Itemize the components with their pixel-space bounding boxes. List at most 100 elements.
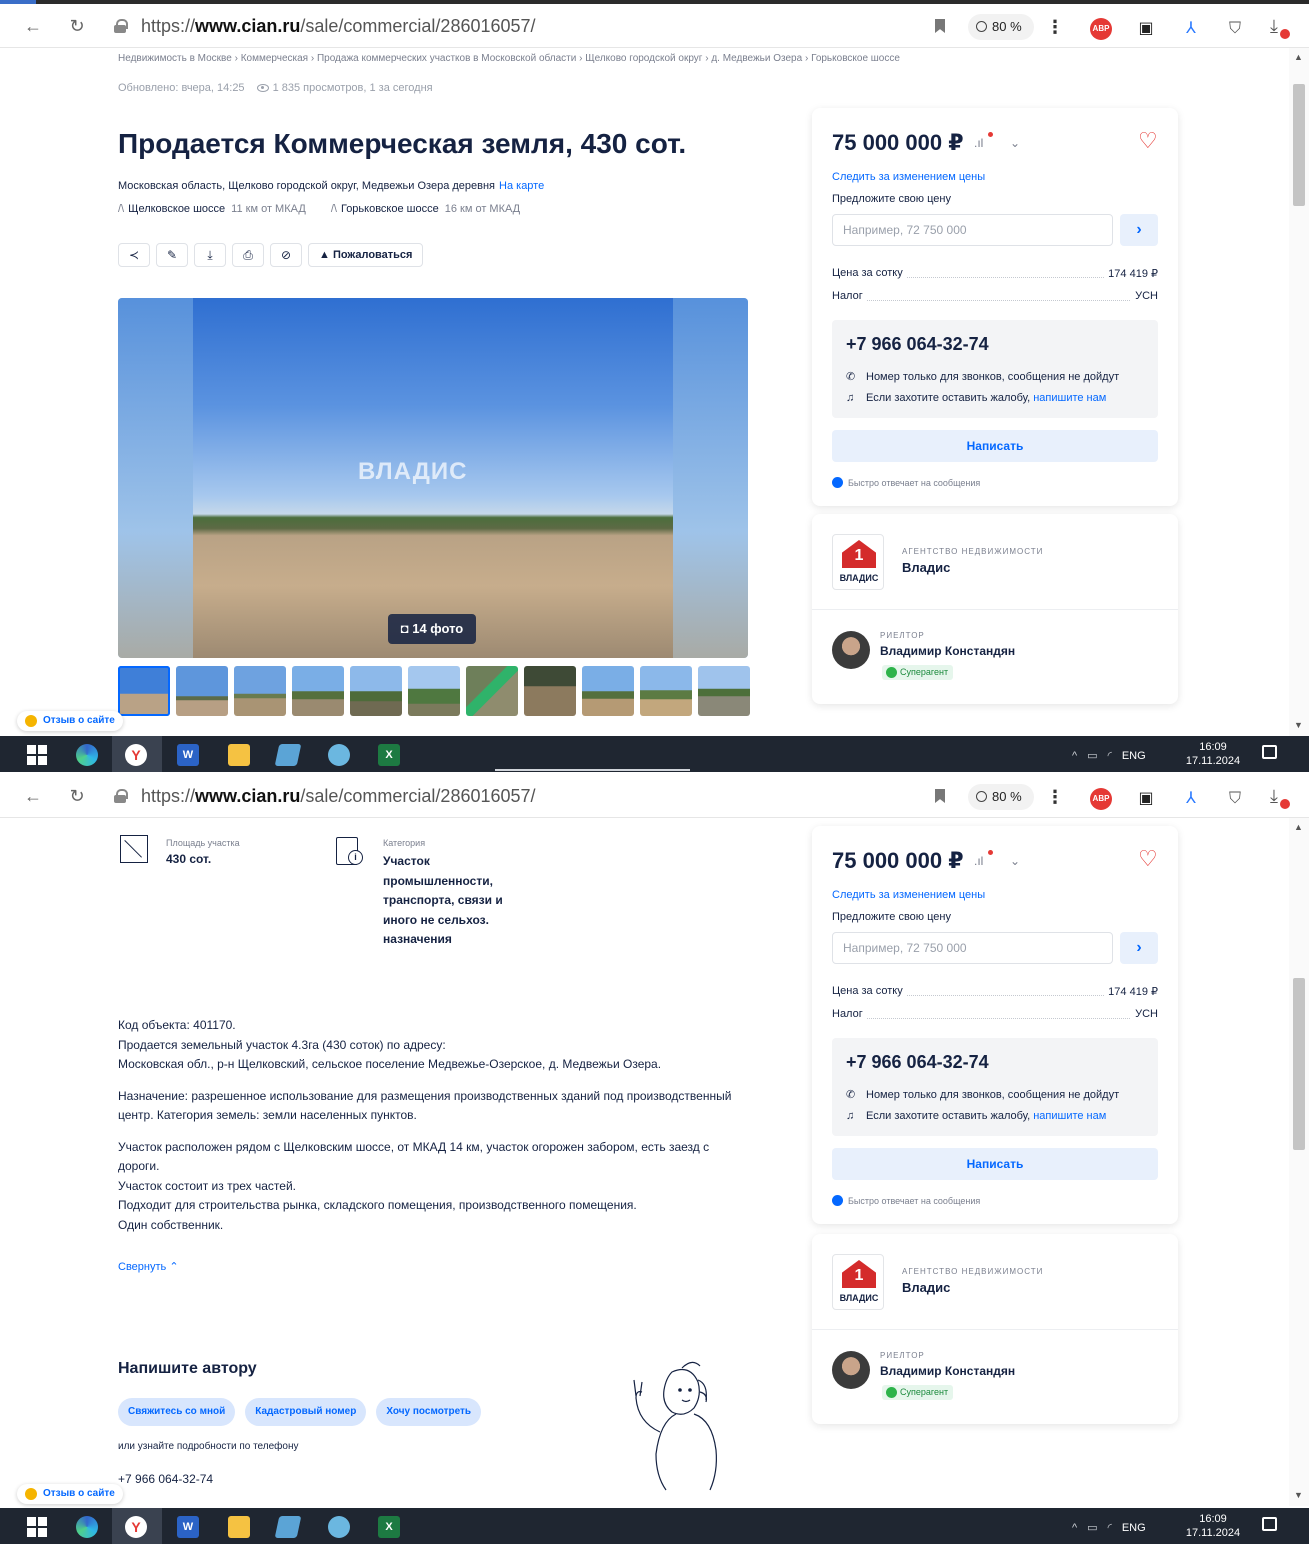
offer-submit-button[interactable]: › (1120, 932, 1158, 964)
yandex-browser-icon[interactable]: Y (125, 744, 147, 766)
word-icon[interactable]: W (177, 1516, 199, 1538)
battery-icon[interactable]: ▭ (1087, 749, 1097, 762)
reload-icon[interactable]: ↻ (66, 15, 88, 37)
notes-app-icon[interactable] (274, 1516, 302, 1538)
highway-item[interactable]: /\ Горьковское шоссе 16 км от МКАД (331, 203, 520, 215)
edge-browser-icon[interactable] (76, 744, 98, 766)
chevron-down-icon[interactable]: ⌄ (1010, 136, 1020, 150)
zoom-level[interactable]: 80 % (968, 784, 1034, 810)
download-icon[interactable]: ⤓ (1270, 786, 1290, 809)
avatar[interactable] (832, 631, 870, 669)
price-history-icon[interactable]: .ıl (974, 850, 993, 868)
chevron-up-icon[interactable]: ^ (1072, 1522, 1077, 1534)
chip-contact-me[interactable]: Свяжитесь со мной (118, 1398, 236, 1426)
start-windows-icon[interactable] (26, 1516, 48, 1538)
offer-price-input[interactable]: Например, 72 750 000 (832, 214, 1113, 246)
site-feedback-button[interactable]: Отзыв о сайте (17, 1484, 123, 1504)
back-arrow-icon[interactable]: ← (22, 785, 44, 807)
thumbnail[interactable] (582, 666, 634, 716)
extension-shield-icon[interactable]: ⛉ (1224, 788, 1246, 810)
yandex-browser-icon[interactable]: Y (125, 1516, 147, 1538)
photo-gallery[interactable]: ВЛАДИС ◘ 14 фото (118, 298, 748, 658)
edge-browser-icon[interactable] (76, 1516, 98, 1538)
extension-icon[interactable]: ▣ (1135, 18, 1157, 40)
adblock-plus-icon[interactable]: ABP (1090, 18, 1112, 40)
chip-want-to-see[interactable]: Хочу посмотреть (376, 1398, 482, 1426)
print-button[interactable]: ⎙ (232, 243, 264, 267)
wifi-icon[interactable]: ◜ (1108, 749, 1112, 762)
language-indicator[interactable]: ENG (1122, 1522, 1146, 1534)
extension-icon[interactable]: ▣ (1135, 788, 1157, 810)
follow-price-link[interactable]: Следить за изменением цены (832, 889, 985, 901)
price-history-icon[interactable]: .ıl (974, 132, 993, 150)
follow-price-link[interactable]: Следить за изменением цены (832, 171, 985, 183)
menu-dots-icon[interactable]: ⋮ (1046, 17, 1064, 38)
battery-icon[interactable]: ▭ (1087, 1521, 1097, 1534)
write-message-button[interactable]: Написать (832, 1148, 1158, 1180)
thumbnail[interactable] (640, 666, 692, 716)
highway-item[interactable]: /\ Щелковское шоссе 11 км от МКАД (118, 203, 306, 215)
notifications-icon[interactable] (1262, 745, 1277, 759)
address-bar[interactable]: https://www.cian.ru/sale/commercial/2860… (108, 12, 958, 42)
reload-icon[interactable]: ↻ (66, 785, 88, 807)
page-scrollbar[interactable]: ▲ ▼ (1289, 818, 1309, 1506)
taskbar-clock[interactable]: 16:09 17.11.2024 (1183, 740, 1243, 768)
thumbnail[interactable] (118, 666, 170, 716)
paint-app-icon[interactable] (328, 744, 350, 766)
notes-app-icon[interactable] (274, 744, 302, 766)
thumbnail[interactable] (408, 666, 460, 716)
taskbar-clock[interactable]: 16:09 17.11.2024 (1183, 1512, 1243, 1540)
map-link[interactable]: На карте (499, 180, 544, 192)
agency-logo[interactable]: 1 ВЛАДИС (832, 1254, 884, 1310)
paint-app-icon[interactable] (328, 1516, 350, 1538)
back-arrow-icon[interactable]: ← (22, 15, 44, 37)
thumbnail[interactable] (176, 666, 228, 716)
file-explorer-icon[interactable] (228, 744, 250, 766)
favorite-heart-icon[interactable]: ♡ (1138, 128, 1158, 154)
address-bar[interactable]: https://www.cian.ru/sale/commercial/2860… (108, 782, 958, 812)
write-message-button[interactable]: Написать (832, 430, 1158, 462)
gallery-next-preview[interactable] (673, 298, 748, 658)
realtor-name[interactable]: Владимир Констандян (880, 1364, 1015, 1378)
offer-price-input[interactable]: Например, 72 750 000 (832, 932, 1113, 964)
agency-name[interactable]: Владис (902, 560, 950, 575)
complain-button[interactable]: ▲ Пожаловаться (308, 243, 424, 267)
zoom-level[interactable]: 80 % (968, 14, 1034, 40)
avatar[interactable] (832, 1351, 870, 1389)
author-phone[interactable]: +7 966 064-32-74 (118, 1472, 213, 1486)
thumbnail[interactable] (350, 666, 402, 716)
adblock-plus-icon[interactable]: ABP (1090, 788, 1112, 810)
gallery-prev-preview[interactable] (118, 298, 193, 658)
wifi-icon[interactable]: ◜ (1108, 1521, 1112, 1534)
start-windows-icon[interactable] (26, 744, 48, 766)
write-us-link[interactable]: напишите нам (1033, 1110, 1106, 1122)
notifications-icon[interactable] (1262, 1517, 1277, 1531)
phone-number[interactable]: +7 966 064-32-74 (846, 1052, 989, 1073)
thumbnail[interactable] (524, 666, 576, 716)
extension-blue-icon[interactable]: ⅄ (1180, 788, 1202, 810)
site-feedback-button[interactable]: Отзыв о сайте (17, 711, 123, 731)
thumbnail[interactable] (234, 666, 286, 716)
file-explorer-icon[interactable] (228, 1516, 250, 1538)
chevron-down-icon[interactable]: ⌄ (1010, 854, 1020, 868)
excel-icon[interactable]: X (378, 744, 400, 766)
word-icon[interactable]: W (177, 744, 199, 766)
thumbnail[interactable] (466, 666, 518, 716)
extension-blue-icon[interactable]: ⅄ (1180, 18, 1202, 40)
favorite-heart-icon[interactable]: ♡ (1138, 846, 1158, 872)
chevron-up-icon[interactable]: ^ (1072, 750, 1077, 762)
chip-cadastral-number[interactable]: Кадастровый номер (245, 1398, 367, 1426)
phone-number[interactable]: +7 966 064-32-74 (846, 334, 989, 355)
realtor-name[interactable]: Владимир Констандян (880, 644, 1015, 658)
photo-count-button[interactable]: ◘ 14 фото (388, 614, 476, 644)
offer-submit-button[interactable]: › (1120, 214, 1158, 246)
download-icon[interactable]: ⤓ (1270, 16, 1290, 39)
thumbnail[interactable] (292, 666, 344, 716)
extension-shield-icon[interactable]: ⛉ (1224, 18, 1246, 40)
thumbnail[interactable] (698, 666, 750, 716)
write-us-link[interactable]: напишите нам (1033, 392, 1106, 404)
edit-note-button[interactable]: ✎ (156, 243, 188, 267)
collapse-description-link[interactable]: Свернуть ⌃ (118, 1260, 179, 1273)
hide-button[interactable]: ⊘ (270, 243, 302, 267)
language-indicator[interactable]: ENG (1122, 750, 1146, 762)
